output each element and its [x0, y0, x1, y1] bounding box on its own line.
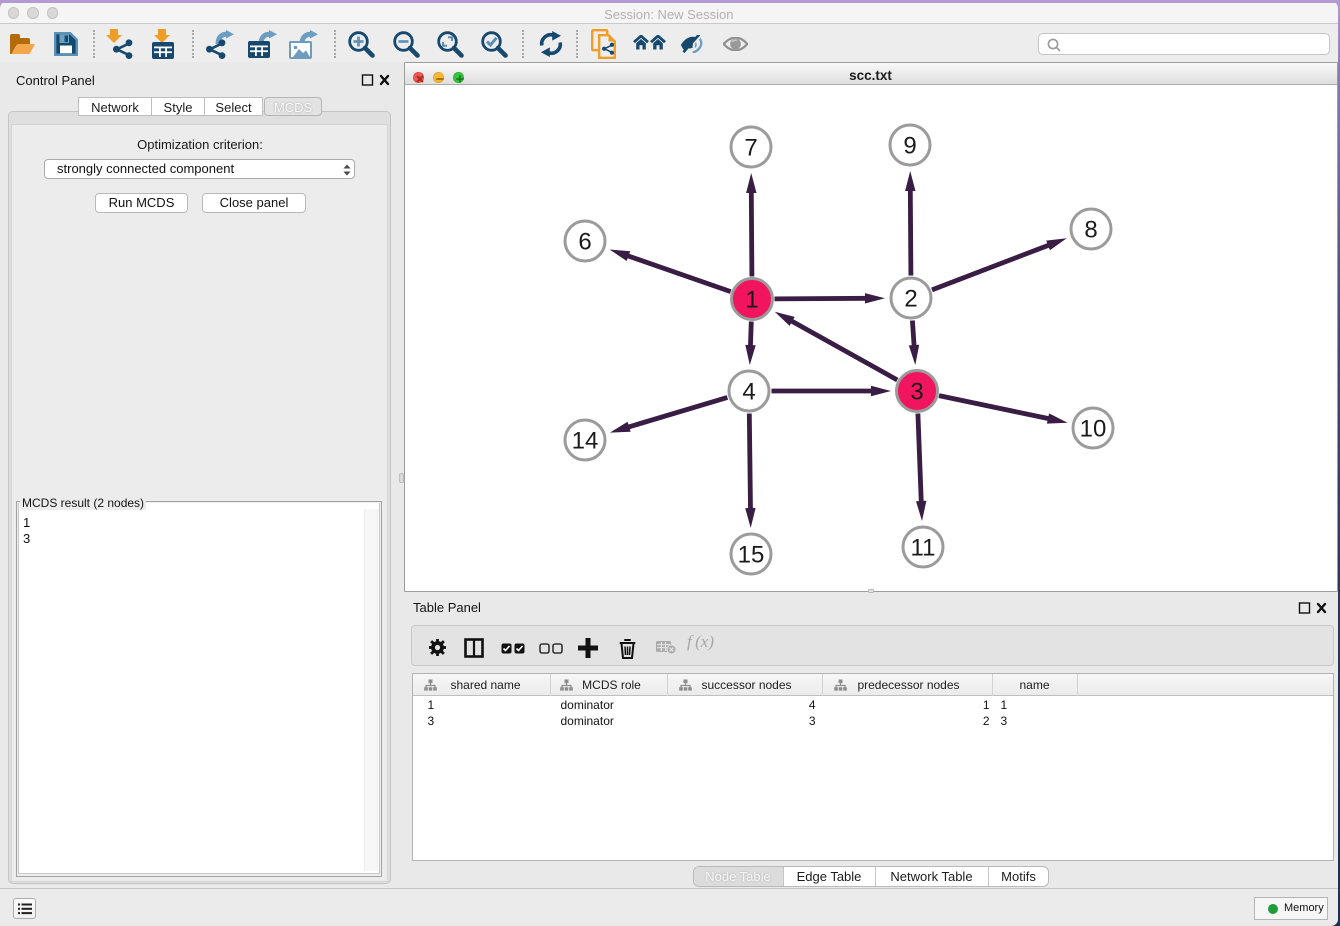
- svg-text:7: 7: [744, 135, 757, 162]
- svg-text:14: 14: [571, 428, 598, 455]
- svg-text:4: 4: [742, 379, 755, 406]
- svg-text:f (x): f (x): [687, 632, 714, 651]
- svg-text:10: 10: [1079, 416, 1106, 443]
- svg-text:6: 6: [578, 229, 591, 256]
- svg-text:1: 1: [745, 287, 758, 314]
- svg-text:3: 3: [910, 379, 923, 406]
- svg-text:9: 9: [903, 133, 916, 160]
- svg-text:15: 15: [737, 542, 764, 569]
- svg-text:8: 8: [1084, 217, 1097, 244]
- svg-text:2: 2: [904, 286, 917, 313]
- svg-text:11: 11: [910, 535, 935, 562]
